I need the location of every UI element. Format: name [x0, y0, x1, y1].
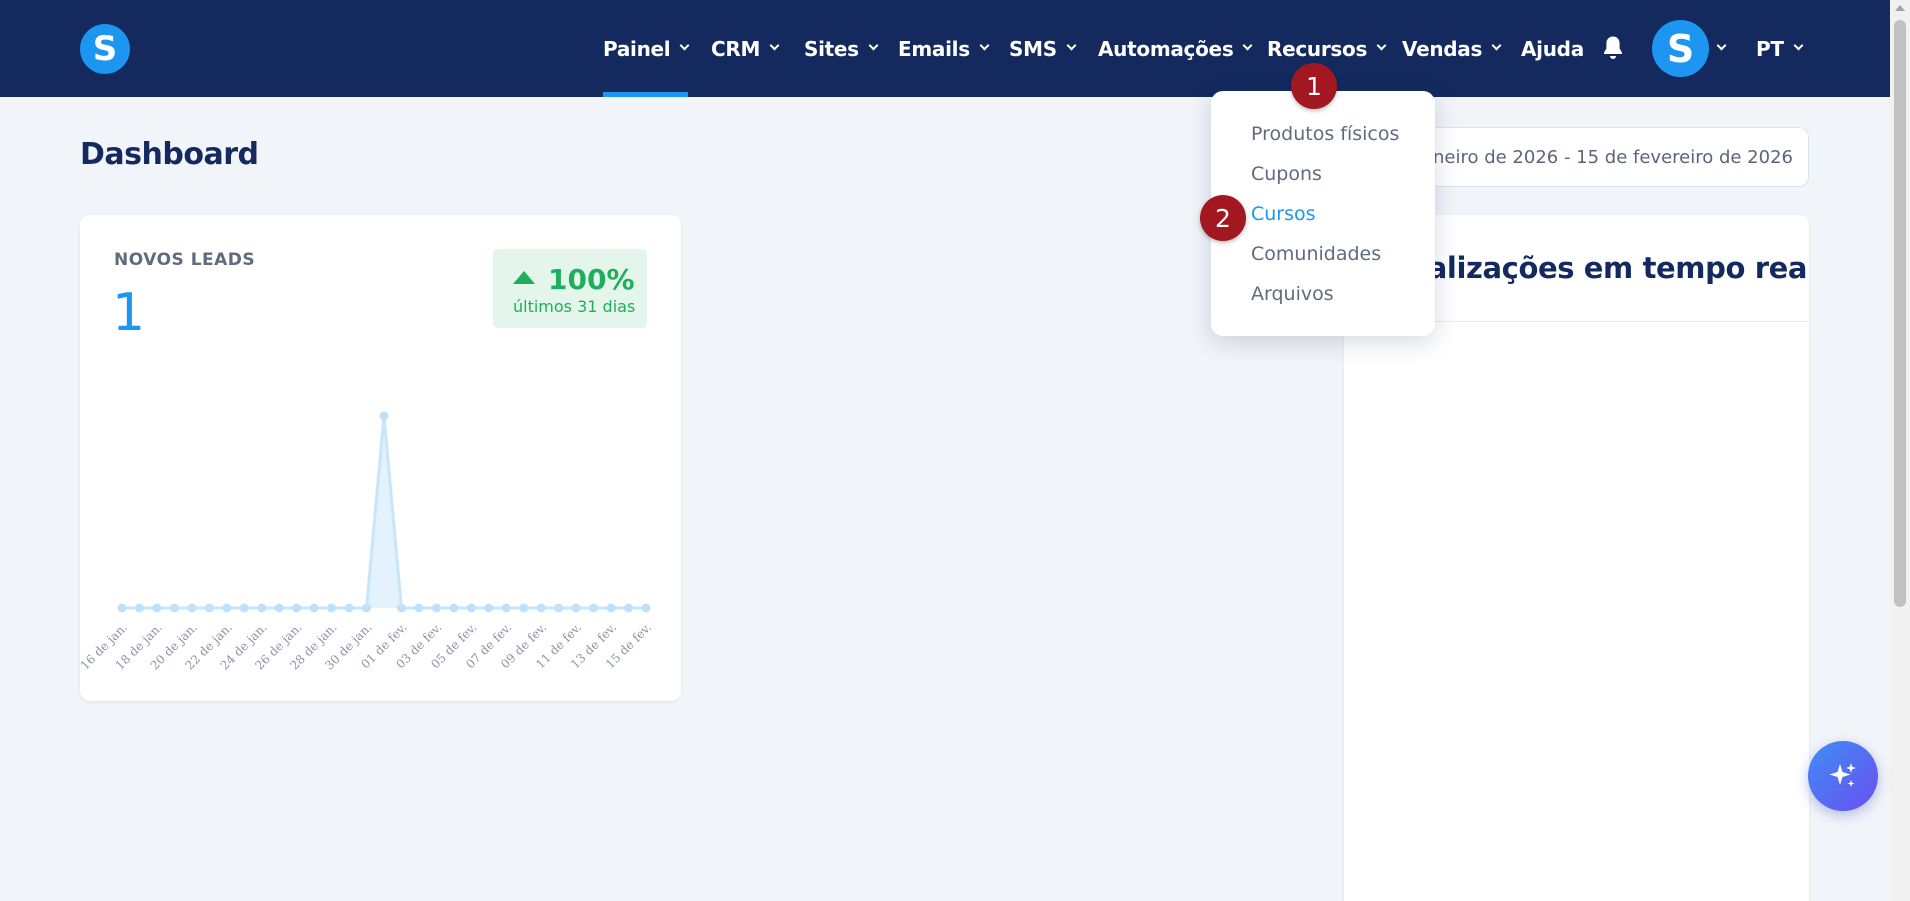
- chart-point: [606, 603, 616, 613]
- page-scrollbar[interactable]: [1890, 0, 1910, 901]
- new-leads-card: NOVOS LEADS 1 100% últimos 31 dias 16 de…: [80, 215, 681, 701]
- chart-point: [484, 603, 494, 613]
- chart-point: [152, 603, 162, 613]
- chevron-down-icon: [769, 40, 780, 51]
- menu-item-produtos-fisicos[interactable]: Produtos físicos: [1251, 123, 1399, 145]
- chart-point: [449, 603, 459, 613]
- nav-item-automacoes[interactable]: Automações: [1098, 0, 1253, 97]
- nav-item-sites[interactable]: Sites: [804, 0, 879, 97]
- chart-point: [589, 603, 599, 613]
- top-navigation-bar: S Painel CRM Sites Emails SMS Automações…: [0, 0, 1890, 97]
- app-logo[interactable]: S: [80, 24, 130, 74]
- nav-label: Vendas: [1402, 36, 1483, 61]
- language-selector[interactable]: PT: [1756, 0, 1804, 97]
- chart-point: [379, 411, 389, 421]
- step-marker-1: 1: [1291, 63, 1337, 109]
- sparkle-icon: [1829, 763, 1856, 787]
- chart-point: [344, 603, 354, 613]
- page-title: Dashboard: [80, 137, 259, 172]
- chart-point: [466, 603, 476, 613]
- card-title: Atualizações em tempo real: [1372, 251, 1809, 285]
- scrollbar-thumb[interactable]: [1894, 20, 1906, 607]
- chart-point: [327, 603, 337, 613]
- chart-area-fill: [122, 416, 646, 608]
- logo-letter: S: [92, 29, 118, 69]
- menu-item-cupons[interactable]: Cupons: [1251, 163, 1322, 185]
- chart-point: [239, 603, 249, 613]
- nav-item-vendas[interactable]: Vendas: [1402, 0, 1502, 97]
- nav-label: SMS: [1009, 36, 1057, 61]
- nav-label: Painel: [603, 36, 671, 61]
- ai-assistant-button[interactable]: [1808, 741, 1878, 811]
- nav-item-ajuda[interactable]: Ajuda: [1521, 0, 1584, 97]
- marker-number: 1: [1306, 71, 1322, 101]
- menu-item-cursos[interactable]: Cursos: [1251, 203, 1316, 225]
- active-nav-indicator: [603, 92, 688, 97]
- scroll-up-arrow-icon[interactable]: [1895, 5, 1905, 11]
- chart-point: [431, 603, 441, 613]
- menu-item-arquivos[interactable]: Arquivos: [1251, 283, 1334, 305]
- chart-point: [169, 603, 179, 613]
- chart-point: [571, 603, 581, 613]
- chart-point: [624, 603, 634, 613]
- chart-point: [641, 603, 651, 613]
- chart-point: [257, 603, 267, 613]
- nav-label: CRM: [711, 36, 761, 61]
- chart-point: [222, 603, 232, 613]
- chart-point: [204, 603, 214, 613]
- user-avatar[interactable]: S: [1652, 20, 1709, 77]
- chart-point: [309, 603, 319, 613]
- chart-point: [414, 603, 424, 613]
- chevron-down-icon: [1242, 40, 1253, 51]
- chart-point: [117, 603, 127, 613]
- chart-point: [362, 603, 372, 613]
- marker-number: 2: [1215, 203, 1231, 233]
- bell-icon[interactable]: [1601, 35, 1625, 61]
- nav-item-painel[interactable]: Painel: [603, 0, 690, 97]
- chevron-down-icon: [1066, 40, 1077, 51]
- date-range-text: janeiro de 2026 - 15 de fevereiro de 202…: [1416, 146, 1793, 168]
- chart-point: [274, 603, 284, 613]
- language-label: PT: [1756, 36, 1784, 61]
- nav-label: Ajuda: [1521, 36, 1584, 61]
- nav-item-sms[interactable]: SMS: [1009, 0, 1077, 97]
- chevron-down-icon: [1716, 40, 1727, 51]
- chart-point: [501, 603, 511, 613]
- chart-point: [134, 603, 144, 613]
- chevron-down-icon: [979, 40, 990, 51]
- nav-label: Automações: [1098, 36, 1234, 61]
- nav-label: Sites: [804, 36, 859, 61]
- nav-label: Emails: [898, 36, 970, 61]
- leads-chart: 16 de jan.18 de jan.20 de jan.22 de jan.…: [80, 411, 654, 673]
- chart-point: [536, 603, 546, 613]
- chevron-down-icon: [1793, 40, 1804, 51]
- chart-point: [187, 603, 197, 613]
- nav-item-emails[interactable]: Emails: [898, 0, 990, 97]
- chart-point: [554, 603, 564, 613]
- avatar-letter: S: [1666, 26, 1695, 71]
- chevron-down-icon: [1376, 40, 1387, 51]
- chevron-down-icon: [1491, 40, 1502, 51]
- menu-item-comunidades[interactable]: Comunidades: [1251, 243, 1381, 265]
- chart-point: [396, 603, 406, 613]
- user-menu-toggle[interactable]: [1716, 0, 1727, 97]
- nav-label: Recursos: [1267, 36, 1368, 61]
- step-marker-2: 2: [1200, 195, 1246, 241]
- chart-point: [292, 603, 302, 613]
- nav-item-crm[interactable]: CRM: [711, 0, 780, 97]
- chevron-down-icon: [868, 40, 879, 51]
- chart-point: [519, 603, 529, 613]
- chevron-down-icon: [679, 40, 690, 51]
